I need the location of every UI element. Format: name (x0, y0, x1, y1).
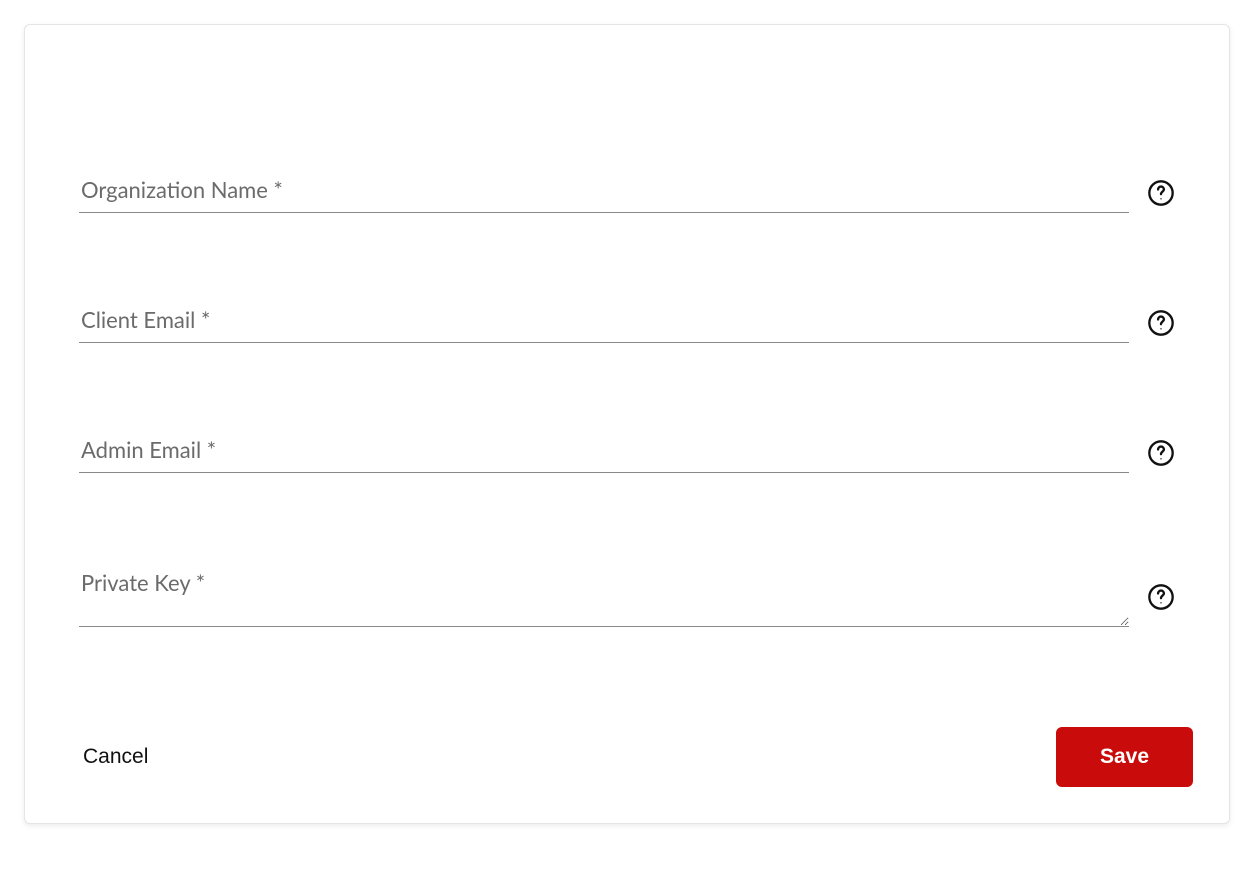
help-icon[interactable] (1147, 583, 1175, 611)
field-row-private-key: Private Key * (79, 563, 1175, 631)
client-email-input[interactable] (79, 303, 1129, 343)
field-row-client-email: Client Email * (79, 303, 1175, 343)
field-wrap-client-email: Client Email * (79, 303, 1129, 343)
help-icon[interactable] (1147, 439, 1175, 467)
form-body: Organization Name * Client Email * (61, 73, 1193, 647)
cancel-button[interactable]: Cancel (79, 737, 152, 777)
save-button[interactable]: Save (1056, 727, 1193, 787)
form-card: Organization Name * Client Email * (24, 24, 1230, 824)
field-wrap-admin-email: Admin Email * (79, 433, 1129, 473)
field-wrap-private-key: Private Key * (79, 563, 1129, 631)
admin-email-input[interactable] (79, 433, 1129, 473)
help-icon[interactable] (1147, 179, 1175, 207)
field-row-admin-email: Admin Email * (79, 433, 1175, 473)
field-row-org-name: Organization Name * (79, 173, 1175, 213)
form-actions: Cancel Save (61, 647, 1193, 787)
org-name-input[interactable] (79, 173, 1129, 213)
private-key-input[interactable] (79, 563, 1129, 627)
field-wrap-org-name: Organization Name * (79, 173, 1129, 213)
help-icon[interactable] (1147, 309, 1175, 337)
